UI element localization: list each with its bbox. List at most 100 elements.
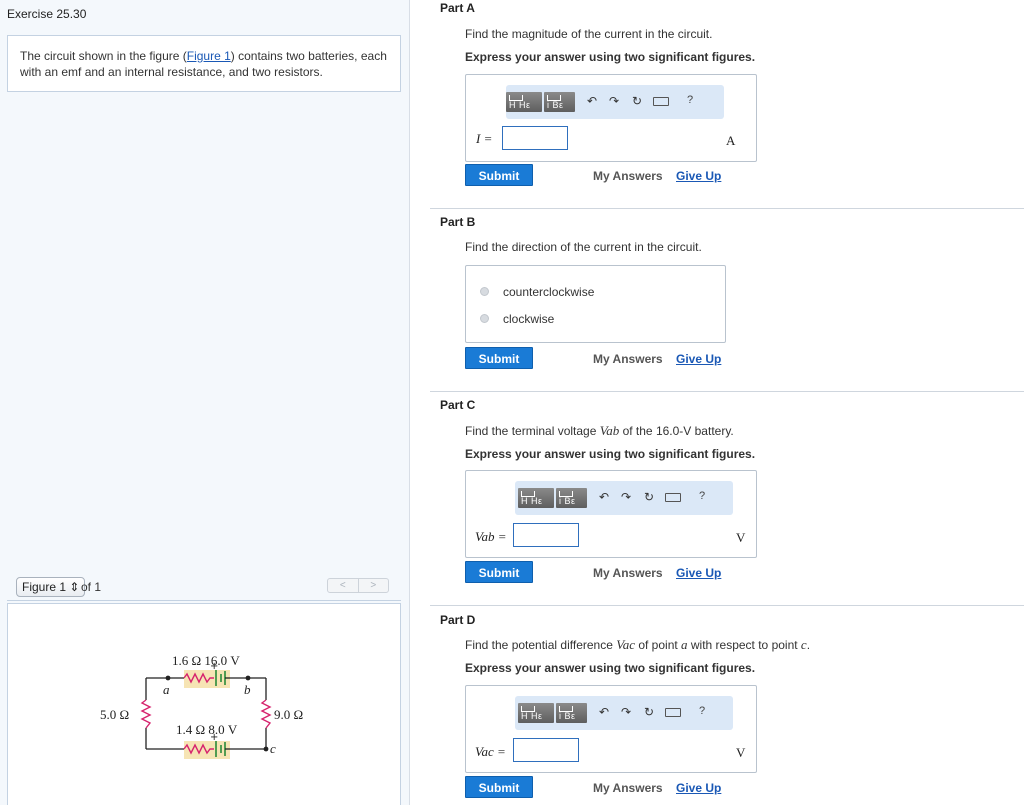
top-battery-highlight <box>184 670 230 688</box>
figure-link[interactable]: Figure 1 <box>187 49 231 63</box>
part-c-instruction: Express your answer using two significan… <box>465 447 756 461</box>
part-a-variable: I = <box>476 131 493 146</box>
divider <box>430 208 1024 209</box>
part-a-my-answers[interactable]: My Answers <box>593 169 663 183</box>
point-b-label: b <box>244 682 251 697</box>
right-panel: Part A Find the magnitude of the current… <box>410 0 1024 805</box>
select-arrows-icon: ⇕ <box>69 580 80 594</box>
left-resistor <box>140 699 152 729</box>
divider <box>430 391 1024 392</box>
part-d-question-text-end: . <box>806 638 811 652</box>
part-d-submit-button[interactable]: Submit <box>465 776 533 798</box>
part-c-question: Find the terminal voltage Vab of the 16.… <box>465 423 734 439</box>
reset-icon[interactable]: ↻ <box>644 490 654 504</box>
part-d-give-up[interactable]: Give Up <box>676 781 721 795</box>
redo-icon[interactable]: ↷ <box>609 94 619 108</box>
reset-icon[interactable]: ↻ <box>644 705 654 719</box>
divider <box>430 605 1024 606</box>
part-c-my-answers[interactable]: My Answers <box>593 566 663 580</box>
part-c-answer-input[interactable] <box>513 523 579 547</box>
part-a-submit-button[interactable]: Submit <box>465 164 533 186</box>
next-figure-button[interactable]: > <box>359 579 389 592</box>
part-d-question-text: Find the potential difference <box>465 638 617 652</box>
part-a-title: Part A <box>440 1 475 15</box>
node-a <box>165 675 171 681</box>
templates-button[interactable]: H Hε <box>506 92 542 112</box>
part-d-question-text-mid: of point <box>635 638 682 652</box>
subscript-button[interactable]: i Bε <box>556 703 587 723</box>
subscript-button[interactable]: i Bε <box>544 92 575 112</box>
top-battery-labels: 1.6 Ω 16.0 V <box>172 653 240 668</box>
part-c-answer-box: H Hε i Bε ↶ ↷ ↻ ? Vab = V <box>465 470 757 558</box>
part-a-unit: A <box>726 133 736 148</box>
point-a-label: a <box>163 682 170 697</box>
figure-select-value: Figure 1 <box>22 580 67 594</box>
part-c-question-text-end: of the 16.0-V battery. <box>619 424 734 438</box>
undo-icon[interactable]: ↶ <box>599 705 609 719</box>
problem-statement: The circuit shown in the figure (Figure … <box>7 35 401 92</box>
subscript-button[interactable]: i Bε <box>556 488 587 508</box>
counterclockwise-radio[interactable] <box>480 287 489 296</box>
figure-count: of 1 <box>81 580 102 594</box>
undo-icon[interactable]: ↶ <box>587 94 597 108</box>
prev-figure-button[interactable]: < <box>328 579 359 592</box>
problem-text: The circuit shown in the figure ( <box>20 49 187 63</box>
part-b-submit-button[interactable]: Submit <box>465 347 533 369</box>
figure-select[interactable]: Figure 1 ⇕ <box>16 577 86 597</box>
undo-icon[interactable]: ↶ <box>599 490 609 504</box>
part-d-variable: Vac = <box>475 744 506 759</box>
part-c-question-var: Vab <box>599 423 620 438</box>
keyboard-icon[interactable] <box>653 97 669 106</box>
help-icon[interactable]: ? <box>687 94 693 106</box>
right-resistor-label: 9.0 Ω <box>274 707 303 722</box>
part-c-give-up[interactable]: Give Up <box>676 566 721 580</box>
part-d-unit: V <box>736 745 746 760</box>
circuit-diagram: + + 1.6 Ω 16.0 V 1.4 Ω 8.0 V 5.0 Ω 9.0 Ω <box>100 653 303 759</box>
right-resistor <box>260 699 272 729</box>
node-c <box>263 746 269 752</box>
part-a-toolbar: H Hε i Bε ↶ ↷ ↻ ? <box>506 85 724 119</box>
keyboard-icon[interactable] <box>665 493 681 502</box>
figure-pager: < > <box>327 578 389 593</box>
part-d-question-var: Vac <box>616 637 635 652</box>
left-panel: Exercise 25.30 The circuit shown in the … <box>0 0 410 805</box>
part-b-my-answers[interactable]: My Answers <box>593 352 663 366</box>
figure-header: Figure 1 ⇕ of 1 < > <box>7 573 401 601</box>
part-a-answer-input[interactable] <box>502 126 568 150</box>
part-c-variable: Vab = <box>475 529 507 544</box>
part-a-question: Find the magnitude of the current in the… <box>465 27 713 41</box>
part-a-give-up[interactable]: Give Up <box>676 169 721 183</box>
part-b-give-up[interactable]: Give Up <box>676 352 721 366</box>
help-icon[interactable]: ? <box>699 705 705 717</box>
part-d-instruction: Express your answer using two significan… <box>465 661 756 675</box>
part-d-answer-box: H Hε i Bε ↶ ↷ ↻ ? Vac = V <box>465 685 757 773</box>
left-resistor-label: 5.0 Ω <box>100 707 129 722</box>
reset-icon[interactable]: ↻ <box>632 94 642 108</box>
templates-button[interactable]: H Hε <box>518 488 554 508</box>
part-c-submit-button[interactable]: Submit <box>465 561 533 583</box>
part-b-options: counterclockwise clockwise <box>465 265 726 343</box>
part-c-toolbar: H Hε i Bε ↶ ↷ ↻ ? <box>515 481 733 515</box>
bottom-battery-labels: 1.4 Ω 8.0 V <box>176 722 238 737</box>
redo-icon[interactable]: ↷ <box>621 490 631 504</box>
redo-icon[interactable]: ↷ <box>621 705 631 719</box>
part-d-question: Find the potential difference Vac of poi… <box>465 637 810 653</box>
part-d-answer-input[interactable] <box>513 738 579 762</box>
keyboard-icon[interactable] <box>665 708 681 717</box>
bottom-battery-highlight <box>184 741 230 759</box>
templates-button[interactable]: H Hε <box>518 703 554 723</box>
counterclockwise-label[interactable]: counterclockwise <box>503 285 594 299</box>
part-a-instruction: Express your answer using two significan… <box>465 50 756 64</box>
part-c-title: Part C <box>440 398 476 412</box>
figure-area: + + 1.6 Ω 16.0 V 1.4 Ω 8.0 V 5.0 Ω 9.0 Ω <box>7 603 401 805</box>
point-c-label: c <box>270 741 276 756</box>
part-d-my-answers[interactable]: My Answers <box>593 781 663 795</box>
part-a-answer-box: H Hε i Bε ↶ ↷ ↻ ? I = A <box>465 74 757 162</box>
exercise-title: Exercise 25.30 <box>7 7 87 21</box>
clockwise-radio[interactable] <box>480 314 489 323</box>
part-b-title: Part B <box>440 215 476 229</box>
part-d-toolbar: H Hε i Bε ↶ ↷ ↻ ? <box>515 696 733 730</box>
clockwise-label[interactable]: clockwise <box>503 312 554 326</box>
part-d-title: Part D <box>440 613 476 627</box>
help-icon[interactable]: ? <box>699 490 705 502</box>
